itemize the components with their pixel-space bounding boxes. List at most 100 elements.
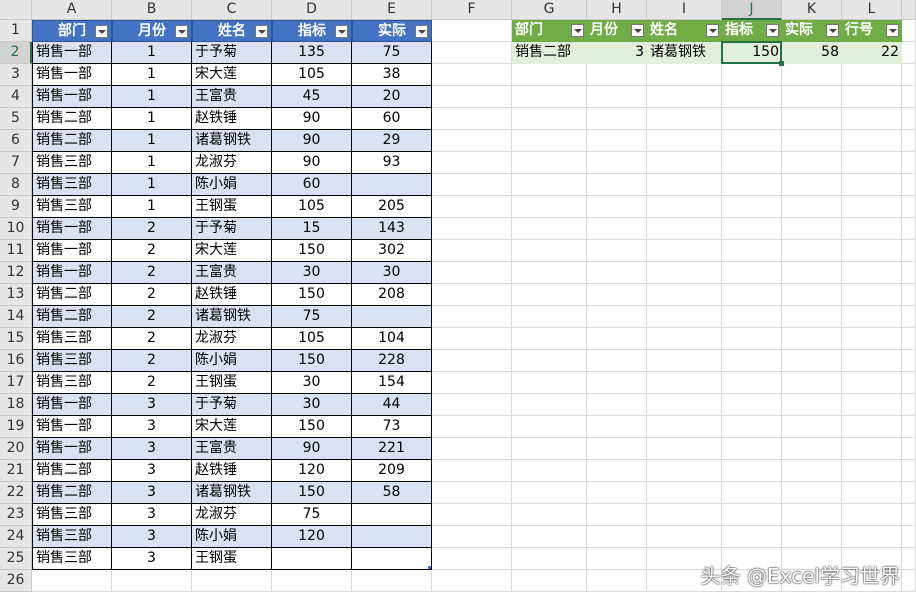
- row-header-10[interactable]: 10: [0, 218, 32, 240]
- filter-dropdown-icon[interactable]: [571, 24, 584, 37]
- grid-cell[interactable]: [512, 284, 587, 306]
- grid-cell[interactable]: [842, 504, 902, 526]
- table1-cell[interactable]: 销售三部: [32, 152, 112, 174]
- grid-cell[interactable]: [842, 394, 902, 416]
- grid-cell[interactable]: [722, 438, 782, 460]
- grid-cell[interactable]: [432, 482, 512, 504]
- grid-cell[interactable]: [782, 394, 842, 416]
- grid-cell[interactable]: [782, 240, 842, 262]
- grid-cell[interactable]: [512, 108, 587, 130]
- table1-cell[interactable]: 龙淑芬: [192, 504, 272, 526]
- table2-header-5[interactable]: 行号: [842, 20, 902, 42]
- table1-cell[interactable]: 诸葛钢铁: [192, 130, 272, 152]
- table1-cell[interactable]: 75: [272, 504, 352, 526]
- grid-cell[interactable]: [192, 570, 272, 592]
- table2-header-3[interactable]: 指标: [722, 20, 782, 42]
- table1-cell[interactable]: 105: [272, 328, 352, 350]
- grid-cell[interactable]: [587, 152, 647, 174]
- table1-cell[interactable]: 销售三部: [32, 174, 112, 196]
- column-header-d[interactable]: D: [272, 0, 352, 20]
- grid-cell[interactable]: [842, 284, 902, 306]
- table1-cell[interactable]: 1: [112, 86, 192, 108]
- grid-cell[interactable]: [432, 284, 512, 306]
- table1-cell[interactable]: 赵铁锤: [192, 284, 272, 306]
- grid-cell[interactable]: [512, 328, 587, 350]
- row-header-7[interactable]: 7: [0, 152, 32, 174]
- grid-cell[interactable]: [647, 482, 722, 504]
- grid-cell[interactable]: [722, 174, 782, 196]
- table1-cell[interactable]: 228: [352, 350, 432, 372]
- grid-cell[interactable]: [647, 284, 722, 306]
- table1-cell[interactable]: 90: [272, 438, 352, 460]
- table1-cell[interactable]: 王富贵: [192, 262, 272, 284]
- grid-cell[interactable]: [432, 570, 512, 592]
- table1-cell[interactable]: [352, 526, 432, 548]
- table1-cell[interactable]: 宋大莲: [192, 416, 272, 438]
- table2-cell[interactable]: 销售二部: [512, 42, 587, 64]
- column-header-l[interactable]: L: [842, 0, 902, 20]
- table1-cell[interactable]: [352, 306, 432, 328]
- table1-cell[interactable]: 120: [272, 460, 352, 482]
- grid-cell[interactable]: [32, 570, 112, 592]
- grid-cell[interactable]: [432, 152, 512, 174]
- row-header-19[interactable]: 19: [0, 416, 32, 438]
- table1-cell[interactable]: 王富贵: [192, 86, 272, 108]
- grid-cell[interactable]: [587, 262, 647, 284]
- grid-cell[interactable]: [512, 86, 587, 108]
- grid-cell[interactable]: [647, 240, 722, 262]
- table1-cell[interactable]: 王钢蛋: [192, 372, 272, 394]
- table1-cell[interactable]: 3: [112, 460, 192, 482]
- table1-header-1[interactable]: 月份: [112, 20, 192, 42]
- filter-dropdown-icon[interactable]: [255, 25, 268, 38]
- grid-cell[interactable]: [722, 196, 782, 218]
- table1-cell[interactable]: 王钢蛋: [192, 196, 272, 218]
- grid-cell[interactable]: [587, 460, 647, 482]
- table1-cell[interactable]: 208: [352, 284, 432, 306]
- table1-cell[interactable]: 30: [272, 372, 352, 394]
- grid-cell[interactable]: [842, 526, 902, 548]
- grid-cell[interactable]: [647, 64, 722, 86]
- table1-cell[interactable]: 143: [352, 218, 432, 240]
- grid-cell[interactable]: [587, 86, 647, 108]
- table1-cell[interactable]: 销售一部: [32, 240, 112, 262]
- table1-cell[interactable]: 销售三部: [32, 526, 112, 548]
- grid-cell[interactable]: [432, 108, 512, 130]
- grid-cell[interactable]: [782, 130, 842, 152]
- table1-cell[interactable]: 2: [112, 262, 192, 284]
- row-header-25[interactable]: 25: [0, 548, 32, 570]
- grid-cell[interactable]: [352, 570, 432, 592]
- grid-cell[interactable]: [587, 482, 647, 504]
- grid-cell[interactable]: [782, 416, 842, 438]
- row-header-8[interactable]: 8: [0, 174, 32, 196]
- table1-cell[interactable]: 38: [352, 64, 432, 86]
- grid-cell[interactable]: [647, 108, 722, 130]
- grid-cell[interactable]: [587, 218, 647, 240]
- grid-cell[interactable]: [647, 372, 722, 394]
- grid-cell[interactable]: [512, 438, 587, 460]
- table1-cell[interactable]: 销售一部: [32, 86, 112, 108]
- table1-cell[interactable]: 3: [112, 394, 192, 416]
- grid-cell[interactable]: [587, 416, 647, 438]
- grid-cell[interactable]: [512, 218, 587, 240]
- table2-cell[interactable]: 58: [782, 42, 842, 64]
- grid-cell[interactable]: [782, 482, 842, 504]
- row-header-12[interactable]: 12: [0, 262, 32, 284]
- table1-cell[interactable]: 销售一部: [32, 218, 112, 240]
- table1-cell[interactable]: 1: [112, 196, 192, 218]
- row-header-3[interactable]: 3: [0, 64, 32, 86]
- grid-cell[interactable]: [782, 306, 842, 328]
- table1-cell[interactable]: 陈小娟: [192, 174, 272, 196]
- table1-cell[interactable]: 209: [352, 460, 432, 482]
- table1-cell[interactable]: 龙淑芬: [192, 328, 272, 350]
- table1-cell[interactable]: 2: [112, 284, 192, 306]
- grid-cell[interactable]: [842, 152, 902, 174]
- table1-cell[interactable]: 150: [272, 284, 352, 306]
- table1-cell[interactable]: 王钢蛋: [192, 548, 272, 570]
- table1-cell[interactable]: 205: [352, 196, 432, 218]
- table1-cell[interactable]: 1: [112, 174, 192, 196]
- row-header-23[interactable]: 23: [0, 504, 32, 526]
- table1-header-2[interactable]: 姓名: [192, 20, 272, 42]
- column-header-i[interactable]: I: [647, 0, 722, 20]
- grid-cell[interactable]: [722, 262, 782, 284]
- grid-cell[interactable]: [432, 394, 512, 416]
